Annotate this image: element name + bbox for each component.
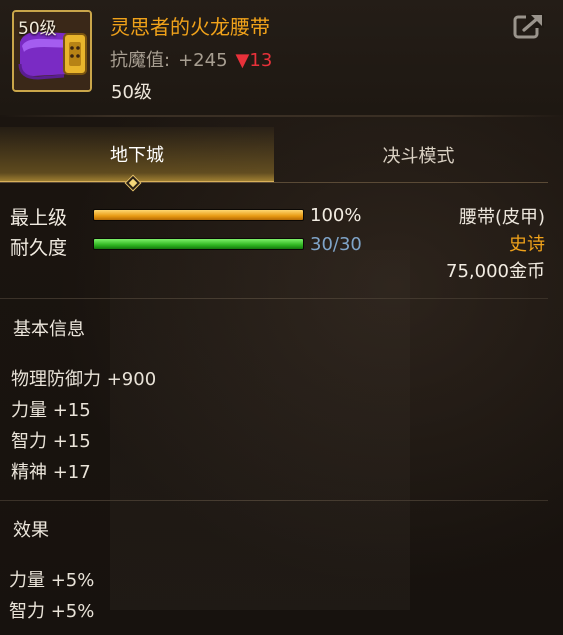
tab-pvp[interactable]: 决斗模式 (274, 127, 563, 183)
tab-dungeon[interactable]: 地下城 (0, 127, 274, 183)
effect-stat-item: 力量 +5% (9, 570, 95, 591)
item-icon-frame: 50级 (12, 10, 92, 92)
item-name: 灵思者的火龙腰带 (110, 15, 270, 39)
durability-bar-fill (94, 239, 303, 249)
durability-bar-value: 30/30 (310, 234, 362, 255)
level-bar-value: 100% (310, 205, 362, 226)
header-divider (0, 115, 563, 117)
stat-diff-down: ▼13 (235, 50, 273, 71)
durability-bar-label: 耐久度 (10, 237, 68, 259)
background-ghost (110, 250, 410, 610)
effect-stat-item: 智力 +5% (9, 601, 95, 622)
effects-title: 效果 (13, 520, 49, 541)
basic-stat-item: 物理防御力 +900 (11, 369, 157, 390)
durability-bar (93, 238, 304, 250)
share-export-icon (513, 14, 544, 39)
basic-stat-item: 智力 +15 (11, 431, 91, 452)
basic-stat-item: 精神 +17 (11, 462, 91, 483)
level-bar-label: 最上级 (10, 207, 68, 229)
main-stat-name: 抗魔值: (110, 50, 171, 71)
mode-tabs: 地下城 决斗模式 (0, 127, 563, 183)
item-price: 75,000金币 (446, 261, 545, 282)
basic-info-title: 基本信息 (13, 319, 85, 340)
item-level-badge: 50级 (18, 19, 57, 39)
share-button[interactable] (512, 12, 546, 40)
item-type: 腰带(皮甲) (458, 207, 545, 228)
required-level: 50级 (111, 82, 152, 103)
item-tooltip-panel: 50级 灵思者的火龙腰带 抗魔值: +245 ▼13 50级 地下城 决斗模式 最上… (0, 0, 563, 635)
main-stat-line: 抗魔值: +245 ▼13 (110, 46, 272, 72)
main-stat-value: +245 (178, 50, 228, 71)
basic-stat-item: 力量 +15 (11, 400, 91, 421)
item-header: 50级 灵思者的火龙腰带 抗魔值: +245 ▼13 50级 (0, 0, 563, 115)
section-divider (0, 500, 548, 501)
section-divider (0, 298, 548, 299)
tabs-underline (0, 182, 548, 183)
item-rarity: 史诗 (509, 234, 545, 255)
level-bar-fill (94, 210, 303, 220)
level-bar (93, 209, 304, 221)
